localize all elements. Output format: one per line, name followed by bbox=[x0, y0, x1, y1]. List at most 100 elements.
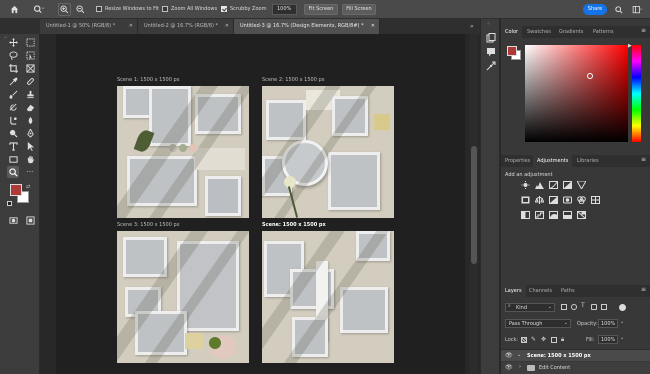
tab-layers[interactable]: Layers bbox=[501, 285, 526, 297]
channel-mixer-icon[interactable] bbox=[577, 196, 586, 205]
tab-gradients[interactable]: Gradients bbox=[555, 26, 587, 38]
foreground-color-swatch[interactable] bbox=[10, 184, 22, 196]
threshold-icon[interactable] bbox=[549, 211, 558, 219]
tab-adjustments[interactable]: Adjustments bbox=[533, 155, 573, 167]
share-button[interactable]: Share bbox=[583, 4, 607, 15]
workspace-icon[interactable] bbox=[629, 3, 645, 16]
filter-pixel-icon[interactable] bbox=[561, 304, 567, 310]
fg-color-chip[interactable] bbox=[507, 46, 517, 56]
layer-row[interactable]: 👁︎ ⌄ Scene: 1500 x 1500 px bbox=[501, 349, 650, 361]
screen-mode-icon[interactable] bbox=[24, 214, 36, 226]
tab-properties[interactable]: Properties bbox=[501, 155, 534, 167]
color-picker-cursor[interactable] bbox=[587, 73, 593, 79]
hue-slider[interactable] bbox=[632, 45, 641, 142]
scrollbar-thumb[interactable] bbox=[471, 146, 477, 264]
selective-color-icon[interactable] bbox=[577, 211, 586, 219]
fill-screen-button[interactable]: Fill Screen bbox=[342, 4, 376, 15]
vibrance-icon[interactable] bbox=[576, 180, 587, 191]
expand-chevron-icon[interactable]: › bbox=[519, 364, 521, 370]
swap-colors-icon[interactable]: ⇄ bbox=[26, 184, 30, 190]
tab-untitled-3[interactable]: Untitled-3 @ 16.7% (Design Elements, RGB… bbox=[234, 19, 380, 34]
artboard-label[interactable]: Scene: 1500 x 1500 px bbox=[262, 222, 326, 228]
filter-adjustment-icon[interactable] bbox=[571, 304, 577, 310]
vertical-scrollbar[interactable] bbox=[470, 34, 478, 374]
quick-mask-icon[interactable] bbox=[7, 214, 19, 226]
frame-tool-icon[interactable] bbox=[24, 62, 36, 74]
lock-position-icon[interactable]: ✥ bbox=[541, 336, 546, 343]
chevron-down-icon[interactable]: ⌄ bbox=[620, 335, 624, 341]
clone-stamp-tool-icon[interactable] bbox=[24, 88, 36, 100]
blend-mode-dropdown[interactable]: Pass Through ⌄ bbox=[505, 319, 571, 328]
artboard-scene-3[interactable] bbox=[117, 231, 249, 363]
panel-menu-icon[interactable]: ≡ bbox=[641, 156, 646, 163]
zoom-out-icon[interactable] bbox=[74, 3, 87, 16]
zoom-value-field[interactable]: 100% bbox=[272, 4, 297, 15]
home-icon[interactable] bbox=[8, 3, 21, 16]
default-colors-icon[interactable] bbox=[7, 201, 12, 206]
history-brush-tool-icon[interactable] bbox=[7, 101, 19, 113]
lock-transparency-icon[interactable] bbox=[521, 337, 527, 343]
comments-panel-icon[interactable] bbox=[486, 47, 496, 57]
history-panel-icon[interactable] bbox=[486, 33, 496, 43]
tab-swatches[interactable]: Swatches bbox=[523, 26, 555, 38]
resize-windows-checkbox[interactable] bbox=[96, 6, 102, 12]
hue-slider-handle-icon[interactable]: ▶ bbox=[628, 43, 632, 49]
levels-icon[interactable] bbox=[535, 181, 544, 189]
artboard-tool-icon[interactable] bbox=[24, 36, 36, 48]
artboard-scene-2[interactable] bbox=[262, 86, 394, 218]
hand-tool-icon[interactable] bbox=[24, 153, 36, 165]
dodge-tool-icon[interactable] bbox=[7, 127, 19, 139]
zoom-tool-icon[interactable] bbox=[31, 3, 47, 16]
brush-tool-icon[interactable] bbox=[7, 88, 19, 100]
chevron-down-icon[interactable]: ⌄ bbox=[620, 319, 624, 325]
hue-saturation-icon[interactable] bbox=[521, 196, 530, 204]
filter-type-icon[interactable]: T bbox=[581, 302, 585, 309]
path-selection-tool-icon[interactable] bbox=[24, 140, 36, 152]
panel-menu-icon[interactable]: ≡ bbox=[641, 27, 646, 34]
tab-overflow-icon[interactable]: » bbox=[470, 23, 474, 30]
zoom-all-windows-checkbox[interactable] bbox=[162, 6, 168, 12]
object-select-tool-icon[interactable] bbox=[24, 49, 36, 61]
lasso-tool-icon[interactable] bbox=[7, 49, 19, 61]
tab-untitled-1[interactable]: Untitled-1 @ 50% (RGB/8) * ✕ bbox=[40, 19, 138, 34]
tab-paths[interactable]: Paths bbox=[557, 285, 579, 297]
opacity-field[interactable]: 100% bbox=[598, 319, 618, 328]
healing-brush-tool-icon[interactable] bbox=[24, 75, 36, 87]
black-white-icon[interactable] bbox=[549, 196, 558, 204]
expand-chevron-icon[interactable]: ⌄ bbox=[517, 352, 521, 358]
posterize-icon[interactable] bbox=[535, 211, 544, 219]
blur-tool-icon[interactable] bbox=[24, 114, 36, 126]
fill-field[interactable]: 100% bbox=[598, 335, 618, 344]
invert-icon[interactable] bbox=[521, 211, 530, 219]
canvas-area[interactable]: Scene 1: 1500 x 1500 px Scene 2: 1500 x … bbox=[41, 34, 470, 374]
move-tool-icon[interactable] bbox=[7, 36, 19, 48]
fit-screen-button[interactable]: Fit Screen bbox=[304, 4, 338, 15]
rectangle-tool-icon[interactable] bbox=[7, 153, 19, 165]
artboard-label[interactable]: Scene 2: 1500 x 1500 px bbox=[262, 77, 325, 83]
layer-filter-dropdown[interactable]: ⌕ Kind ⌄ bbox=[505, 303, 555, 312]
layer-row[interactable]: 👁︎ › Edit Content bbox=[501, 362, 650, 374]
visibility-eye-icon[interactable]: 👁︎ bbox=[505, 352, 513, 359]
filter-shape-icon[interactable] bbox=[591, 304, 597, 310]
brightness-contrast-icon[interactable] bbox=[521, 181, 530, 189]
exposure-icon[interactable] bbox=[563, 181, 572, 189]
color-lookup-icon[interactable] bbox=[591, 196, 600, 204]
lock-artboard-icon[interactable] bbox=[551, 337, 557, 343]
panel-menu-icon[interactable]: ≡ bbox=[641, 286, 646, 293]
tab-libraries[interactable]: Libraries bbox=[573, 155, 603, 167]
visibility-eye-icon[interactable]: 👁︎ bbox=[505, 364, 513, 371]
crop-tool-icon[interactable] bbox=[7, 62, 19, 74]
transform-panel-icon[interactable] bbox=[486, 61, 496, 71]
artboard-label[interactable]: Scene 3: 1500 x 1500 px bbox=[117, 222, 180, 228]
close-icon[interactable]: ✕ bbox=[225, 19, 229, 34]
tab-channels[interactable]: Channels bbox=[525, 285, 556, 297]
gradient-tool-icon[interactable] bbox=[7, 114, 19, 126]
curves-icon[interactable] bbox=[549, 181, 558, 189]
tab-untitled-2[interactable]: Untitled-2 @ 16.7% (RGB/8) * ✕ bbox=[138, 19, 234, 34]
artboard-scene-4[interactable] bbox=[262, 231, 394, 363]
tab-patterns[interactable]: Patterns bbox=[589, 26, 618, 38]
scrubby-zoom-checkbox[interactable] bbox=[221, 6, 227, 12]
search-icon[interactable] bbox=[613, 3, 625, 16]
close-icon[interactable]: ✕ bbox=[129, 19, 133, 34]
zoom-in-icon[interactable] bbox=[58, 3, 71, 16]
